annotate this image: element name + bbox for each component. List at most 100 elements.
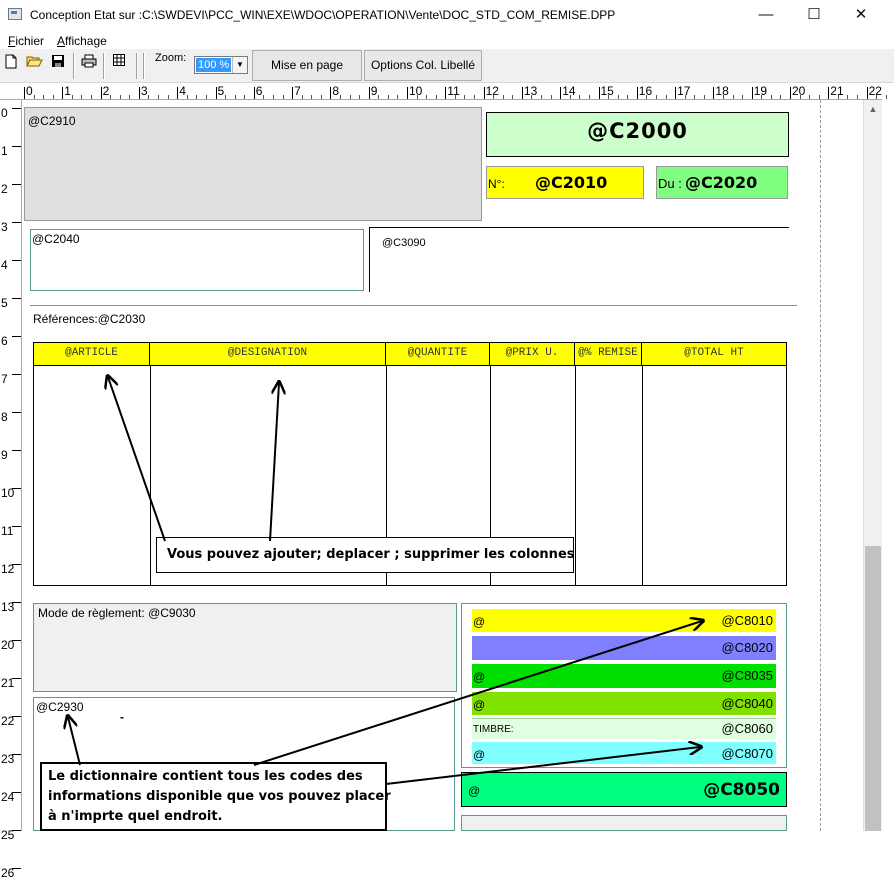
close-button[interactable]: ✕	[838, 0, 884, 30]
ruler-top-tick	[828, 87, 830, 99]
ruler-top-subtick	[770, 95, 772, 99]
total-row-code: @C8040	[721, 696, 773, 711]
ruler-top-number: 3	[140, 84, 148, 98]
vertical-scrollbar[interactable]: ▲	[863, 100, 882, 831]
field-c2000[interactable]: @C2000	[486, 112, 789, 157]
column-header-prix-u[interactable]: @PRIX U.	[490, 342, 575, 366]
field-c8050[interactable]: @ @C8050	[461, 772, 787, 807]
ruler-left-number: 4	[1, 258, 8, 272]
ruler-top-subtick	[818, 95, 820, 99]
references-field[interactable]: Références:@C2030	[33, 312, 145, 326]
ruler-top-tick	[100, 87, 102, 99]
field-c2020[interactable]: Du : @C2020	[656, 166, 788, 199]
chevron-down-icon[interactable]: ▼	[232, 57, 247, 73]
column-header-article[interactable]: @ARTICLE	[34, 342, 150, 366]
ruler-top-number: 2	[102, 84, 110, 98]
ruler-top-subtick	[263, 95, 265, 99]
ruler-left-tick	[12, 184, 21, 185]
column-header-remise[interactable]: @% REMISE	[575, 342, 642, 366]
total-row-c8040[interactable]: @ @C8040	[472, 692, 776, 715]
minimize-button[interactable]: —	[743, 0, 789, 30]
columns-callout: Vous pouvez ajouter; deplacer ; supprime…	[156, 537, 575, 573]
ruler-top-subtick	[722, 95, 724, 99]
column-header-total-ht[interactable]: @TOTAL HT	[642, 342, 786, 366]
field-c2010[interactable]: N°: @C2010	[486, 166, 644, 199]
ruler-top-subtick	[272, 95, 274, 99]
print-icon[interactable]	[80, 54, 98, 70]
field-c2040[interactable]: @C2040	[30, 229, 364, 291]
ruler-left-tick	[12, 108, 21, 109]
total-row-c8070[interactable]: @ @C8070	[472, 742, 776, 764]
ruler-top-subtick	[129, 95, 131, 99]
total-row-c8010[interactable]: @ @C8010	[472, 609, 776, 632]
field-c3090[interactable]: @C3090	[369, 227, 789, 292]
ruler-left-number: 1	[1, 144, 8, 158]
ruler-top-subtick	[569, 95, 571, 99]
total-row-code: @C8020	[721, 640, 773, 655]
ruler-left-number: 5	[1, 296, 8, 310]
total-row-prefix: @	[473, 615, 486, 629]
ruler-top-subtick	[627, 95, 629, 99]
ruler-left-number: 7	[1, 372, 8, 386]
field-c2930-label: @C2930	[36, 700, 84, 714]
menu-affichage[interactable]: Affichage	[57, 34, 107, 48]
ruler-top-number: 0	[26, 84, 33, 98]
column-header-designation[interactable]: @DESIGNATION	[150, 342, 386, 366]
column-divider	[150, 366, 151, 585]
ruler-top-subtick	[502, 95, 504, 99]
total-row-c8035[interactable]: @ @C8035	[472, 664, 776, 688]
total-row-prefix: @	[473, 698, 486, 712]
toolbar-separator	[73, 53, 75, 79]
total-row-c8060[interactable]: TIMBRE: @C8060	[472, 718, 776, 739]
column-header-quantite[interactable]: @QUANTITE	[386, 342, 490, 366]
zoom-select[interactable]: 100 % ▼	[194, 56, 248, 74]
ruler-top-tick	[368, 87, 370, 99]
ruler-left-tick	[12, 716, 21, 717]
total-row-c8020[interactable]: @C8020	[472, 636, 776, 660]
ruler-top-subtick	[158, 95, 160, 99]
maximize-button[interactable]: ☐	[791, 0, 837, 30]
ruler-left-tick	[12, 640, 21, 641]
ruler-left-tick	[12, 146, 21, 147]
ruler-top-tick	[24, 87, 25, 99]
ruler-top-tick	[62, 87, 64, 99]
ruler-top-tick	[713, 87, 715, 99]
numero-label: N°:	[488, 177, 505, 191]
timbre-label: TIMBRE:	[473, 724, 514, 735]
ruler-top-tick	[407, 87, 408, 99]
options-col-libelle-button[interactable]: Options Col. Libellé	[364, 50, 482, 81]
ruler-top-subtick	[665, 95, 667, 99]
ruler-top-subtick	[579, 95, 581, 99]
footer-field	[461, 815, 787, 831]
ruler-top-subtick	[474, 95, 476, 99]
dictionary-callout-line: informations disponible que vos pouvez p…	[48, 789, 391, 804]
field-c9030[interactable]: Mode de règlement: @C9030	[33, 603, 457, 692]
zoom-label: Zoom:	[155, 52, 187, 64]
new-document-icon[interactable]	[2, 54, 20, 70]
save-disk-icon[interactable]	[49, 54, 67, 70]
mise-en-page-button[interactable]: Mise en page	[252, 50, 362, 81]
ruler-top-subtick	[464, 95, 466, 99]
scroll-thumb[interactable]	[865, 546, 881, 831]
ruler-top-number: 4	[179, 84, 186, 98]
window-title: Conception Etat sur :C:\SWDEVI\PCC_WIN\E…	[30, 8, 616, 22]
ruler-top-subtick	[847, 95, 849, 99]
toolbar-separator	[136, 53, 138, 79]
open-folder-icon[interactable]	[25, 54, 43, 70]
total-row-prefix: @	[473, 748, 486, 762]
ruler-top-tick	[330, 87, 332, 99]
total-row-code: @C8060	[721, 721, 773, 736]
ruler-top-tick	[866, 87, 868, 99]
column-divider	[575, 366, 576, 585]
menu-fichier[interactable]: Fichier	[8, 34, 44, 48]
ruler-left-tick	[12, 298, 21, 299]
ruler-left-tick	[12, 412, 21, 413]
ruler-top-subtick	[541, 95, 543, 99]
total-row-code: @C8070	[721, 746, 773, 761]
scroll-up-icon[interactable]: ▲	[864, 100, 882, 118]
ruler-left: 0 1 2 3 4 5 6 7 8 9 10 11 12 13 20 21 22 23 24 25 26	[0, 100, 22, 880]
field-c2910[interactable]: @C2910	[24, 107, 482, 221]
field-c2040-label: @C2040	[32, 232, 80, 246]
ruler-left-tick	[12, 678, 21, 679]
grid-icon[interactable]	[110, 54, 128, 70]
